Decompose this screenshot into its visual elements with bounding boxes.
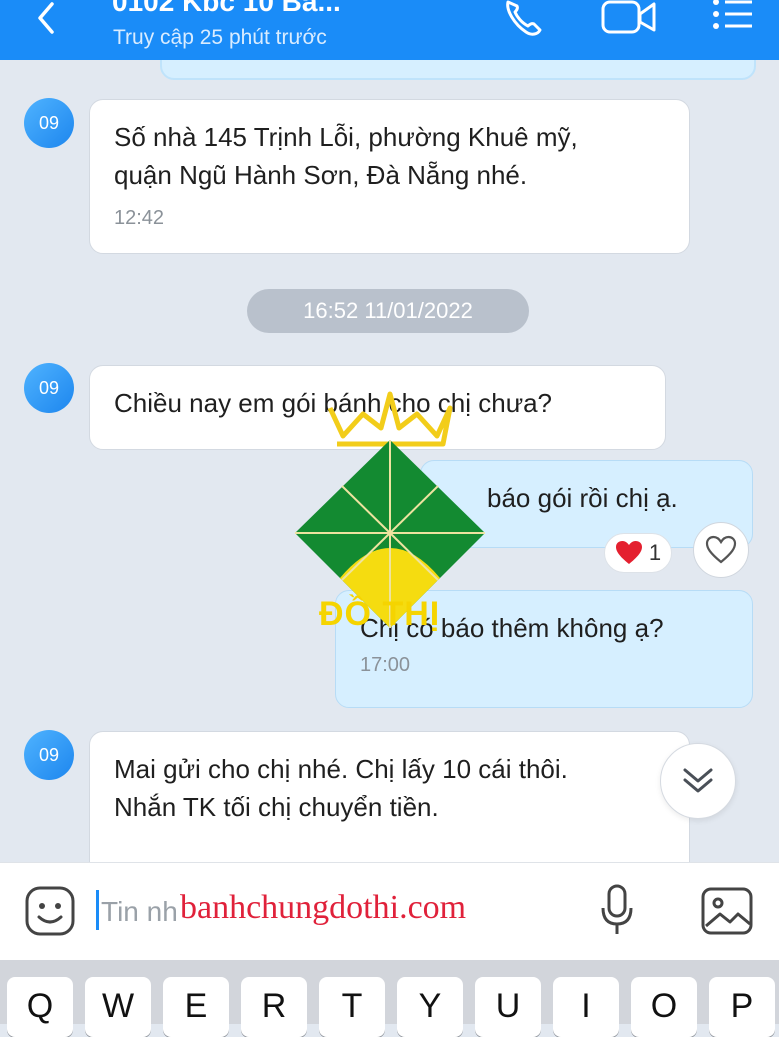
message-input[interactable]: Tin nh [101,896,178,928]
key-e[interactable]: E [163,977,229,1037]
date-separator: 16:52 11/01/2022 [247,289,529,333]
message-list[interactable]: 09 Số nhà 145 Trịnh Lỗi, phường Khuê mỹ,… [0,60,779,862]
chevron-double-down-icon [683,768,713,793]
key-o[interactable]: O [631,977,697,1037]
key-q[interactable]: Q [7,977,73,1037]
like-heart-icon [705,535,737,564]
back-icon[interactable] [28,0,68,40]
last-seen-status: Truy cập 25 phút trước [113,26,327,49]
text-cursor [96,890,99,930]
contact-name[interactable]: 0102 Kbc 10 Ba... [112,0,341,18]
key-t[interactable]: T [319,977,385,1037]
message-text: Mai gửi cho chị nhé. Chị lấy 10 cái thôi… [114,754,568,784]
key-y[interactable]: Y [397,977,463,1037]
image-icon[interactable] [700,886,754,936]
message-time: 12:42 [114,207,165,229]
reaction-badge[interactable]: 1 [604,533,672,573]
key-i[interactable]: I [553,977,619,1037]
key-u[interactable]: U [475,977,541,1037]
message-text: báo gói rồi chị ạ. [487,483,678,513]
phone-icon[interactable] [500,0,548,40]
website-watermark: banhchungdothi.com [180,889,467,926]
message-time: 17:00 [360,654,411,676]
key-w[interactable]: W [85,977,151,1037]
key-r[interactable]: R [241,977,307,1037]
scroll-to-bottom-button[interactable] [660,743,736,819]
like-button[interactable] [693,522,749,578]
reaction-count: 1 [648,540,662,565]
keyboard: Q W E R T Y U I O P [0,960,779,1037]
avatar[interactable]: 09 [24,98,74,148]
avatar[interactable]: 09 [24,730,74,780]
brand-logo-text: ĐỒ THỊ [319,595,441,633]
message-text: Số nhà 145 Trịnh Lỗi, phường Khuê mỹ, [114,122,578,152]
message-text: Nhắn TK tối chị chuyển tiền. [114,792,439,822]
message-text: quận Ngũ Hành Sơn, Đà Nẵng nhé. [114,160,528,190]
message-bubble[interactable]: Mai gửi cho chị nhé. Chị lấy 10 cái thôi… [89,731,690,862]
chat-header: 0102 Kbc 10 Ba... Truy cập 25 phút trước [0,0,779,60]
previous-message-bubble[interactable] [160,60,756,80]
message-bubble[interactable]: Số nhà 145 Trịnh Lỗi, phường Khuê mỹ, qu… [89,99,690,254]
key-p[interactable]: P [709,977,775,1037]
heart-icon [615,541,642,564]
sticker-icon[interactable] [24,885,76,937]
microphone-icon[interactable] [600,884,634,938]
video-call-icon[interactable] [600,0,658,40]
menu-icon[interactable] [710,0,756,40]
avatar[interactable]: 09 [24,363,74,413]
